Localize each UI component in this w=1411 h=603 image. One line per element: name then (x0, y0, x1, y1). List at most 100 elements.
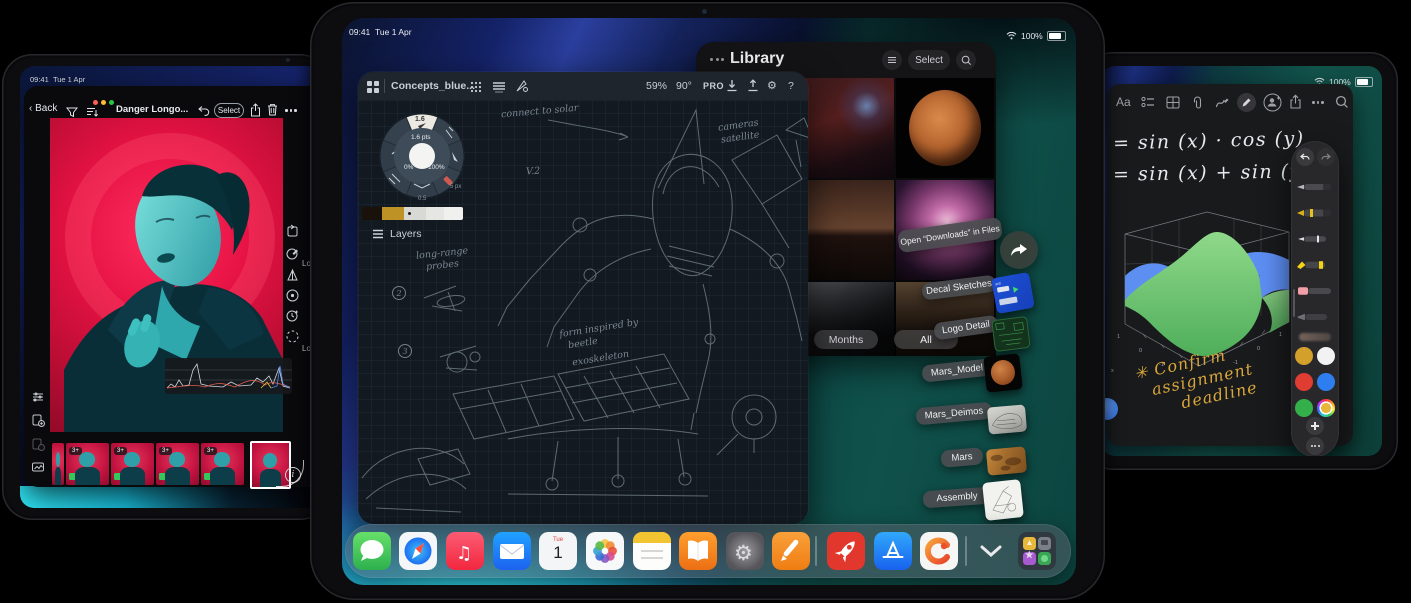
drag-item-label[interactable]: Assembly (922, 487, 991, 509)
color-swatch-white[interactable] (1317, 347, 1335, 365)
dock-app-calendar[interactable]: Tue1 (539, 532, 577, 570)
prism-icon[interactable] (285, 268, 300, 288)
filmstrip-thumb[interactable]: 3+ (201, 443, 244, 485)
color-adjust-icon[interactable] (285, 246, 300, 266)
ipad-right: 100% Aa = sin (x) · cos (y (1085, 52, 1398, 470)
brush-tool[interactable] (1295, 309, 1335, 325)
highlighter-tool[interactable] (1295, 257, 1335, 273)
dock-app-safari[interactable] (399, 532, 437, 570)
export-edits-icon[interactable] (31, 413, 45, 432)
hero-scene: 100% Aa = sin (x) · cos (y (0, 0, 1411, 603)
table-icon[interactable] (1166, 96, 1180, 114)
filmstrip-thumb[interactable]: 3+ (156, 443, 199, 485)
palette-more-button[interactable] (1306, 437, 1324, 455)
markup-icon[interactable] (1215, 96, 1230, 114)
dock-app-notes[interactable] (633, 532, 671, 570)
filmstrip-thumb[interactable]: 3+ (66, 443, 109, 485)
auto-adjust-icon[interactable] (31, 390, 45, 409)
photo-title: Danger Longo... (116, 104, 188, 115)
dock-chevron-button[interactable] (977, 544, 1005, 560)
burst-badge: 3+ (204, 447, 217, 455)
dock-app-messages[interactable] (353, 532, 391, 570)
burst-badge: 3+ (159, 447, 172, 455)
drawing-tool-palette (1291, 141, 1339, 456)
photo-editor-window[interactable]: ‹ Back Danger Longo... Select (24, 86, 322, 487)
adjustment-rail (283, 218, 305, 348)
back-button[interactable]: ‹ Back (29, 103, 57, 114)
fountain-pen-tool[interactable] (1295, 205, 1335, 221)
dock-app-sketch[interactable] (772, 532, 810, 570)
eraser-tool[interactable] (1295, 283, 1335, 299)
dock-app-appstore[interactable] (874, 532, 912, 570)
collaborate-icon[interactable] (1263, 93, 1282, 117)
filmstrip-thumb[interactable]: 3+ (111, 443, 154, 485)
drag-item-thumbnail[interactable] (991, 316, 1031, 352)
search-icon[interactable] (1335, 95, 1349, 114)
handwritten-formula-2: = sin (x) + sin (y) (1113, 160, 1311, 185)
copy-edits-icon[interactable] (31, 437, 45, 456)
dock-app-settings[interactable]: ⚙ (726, 532, 764, 570)
dock-app-c-swirl[interactable] (920, 532, 958, 570)
window-corner-highlight (276, 460, 304, 487)
front-camera (286, 58, 290, 62)
dock-app-mail[interactable] (493, 532, 531, 570)
add-color-button[interactable] (1306, 417, 1324, 435)
checklist-icon[interactable] (1141, 96, 1155, 114)
drag-item-thumbnail[interactable] (982, 479, 1024, 521)
select-button[interactable]: Select (214, 103, 244, 118)
pen-tool[interactable] (1295, 179, 1335, 195)
drag-item-label[interactable]: Mars (940, 447, 983, 468)
redo-button[interactable] (1317, 148, 1335, 166)
flag-badge (159, 473, 166, 480)
flag-badge (204, 473, 211, 480)
plot-x-tick-1: 1 (1117, 334, 1120, 340)
dock-app-library[interactable] (1018, 532, 1056, 570)
dock-app-rocket[interactable] (827, 532, 865, 570)
drag-item-thumbnail[interactable] (987, 404, 1027, 434)
photo-canvas[interactable] (50, 118, 283, 432)
dock-app-music[interactable]: ♫ (446, 532, 484, 570)
color-swatch-red[interactable] (1295, 373, 1313, 391)
dock-app-books[interactable] (679, 532, 717, 570)
aspect-icon[interactable] (31, 460, 45, 479)
loading-dashed-icon[interactable] (285, 329, 300, 349)
format-button[interactable]: Aa (1116, 95, 1131, 109)
color-picker-wheel[interactable] (1317, 399, 1335, 417)
more-icon[interactable] (285, 109, 297, 112)
drop-arrow-button[interactable] (1000, 231, 1038, 269)
drag-item-label[interactable]: Mars_Model (921, 358, 992, 382)
pencil-tool-button[interactable] (1237, 93, 1256, 112)
smudge-tool[interactable] (1299, 333, 1331, 341)
drag-item-label[interactable]: Decal Sketches (921, 275, 997, 301)
histogram-panel (165, 358, 292, 394)
drag-item-label[interactable]: Mars_Deimos (915, 402, 992, 426)
drag-item-thumbnail[interactable] (983, 353, 1023, 393)
color-swatch-blue[interactable] (1317, 373, 1335, 391)
notes-toolbar: Aa (1107, 90, 1353, 116)
share-icon[interactable] (1289, 94, 1302, 115)
center-ipad-screen: 09:41 Tue 1 Apr 100% Library Select (342, 18, 1076, 585)
undo-button[interactable] (1296, 148, 1314, 166)
filmstrip-thumb[interactable] (52, 443, 64, 485)
pencil-tool[interactable] (1295, 231, 1335, 247)
dock: ♫ Tue1 ⚙ (345, 524, 1071, 578)
attachment-icon[interactable] (1191, 96, 1204, 115)
drag-item-label[interactable]: Logo Detail (933, 315, 999, 341)
plot-x-label: x (1111, 368, 1114, 374)
more-icon[interactable] (1312, 101, 1324, 104)
drag-item-thumbnail[interactable]: ≡≡ (991, 272, 1035, 314)
drag-item-thumbnail[interactable] (986, 446, 1027, 475)
crop-icon[interactable] (285, 224, 300, 244)
burst-badge: 3+ (69, 447, 82, 455)
color-swatch-green[interactable] (1295, 399, 1313, 417)
palette-scrollbar[interactable] (1293, 289, 1295, 317)
auto-enhance-icon[interactable] (285, 308, 300, 328)
status-date: Tue 1 Apr (53, 75, 85, 84)
dock-divider (965, 536, 967, 566)
color-swatch-gold[interactable] (1295, 347, 1313, 365)
white-balance-icon[interactable] (285, 288, 300, 308)
svg-text:♫: ♫ (456, 543, 472, 564)
battery-icon (1355, 77, 1373, 87)
dock-app-photos[interactable] (586, 532, 624, 570)
handwritten-formula-1: = sin (x) · cos (y) (1113, 127, 1305, 154)
